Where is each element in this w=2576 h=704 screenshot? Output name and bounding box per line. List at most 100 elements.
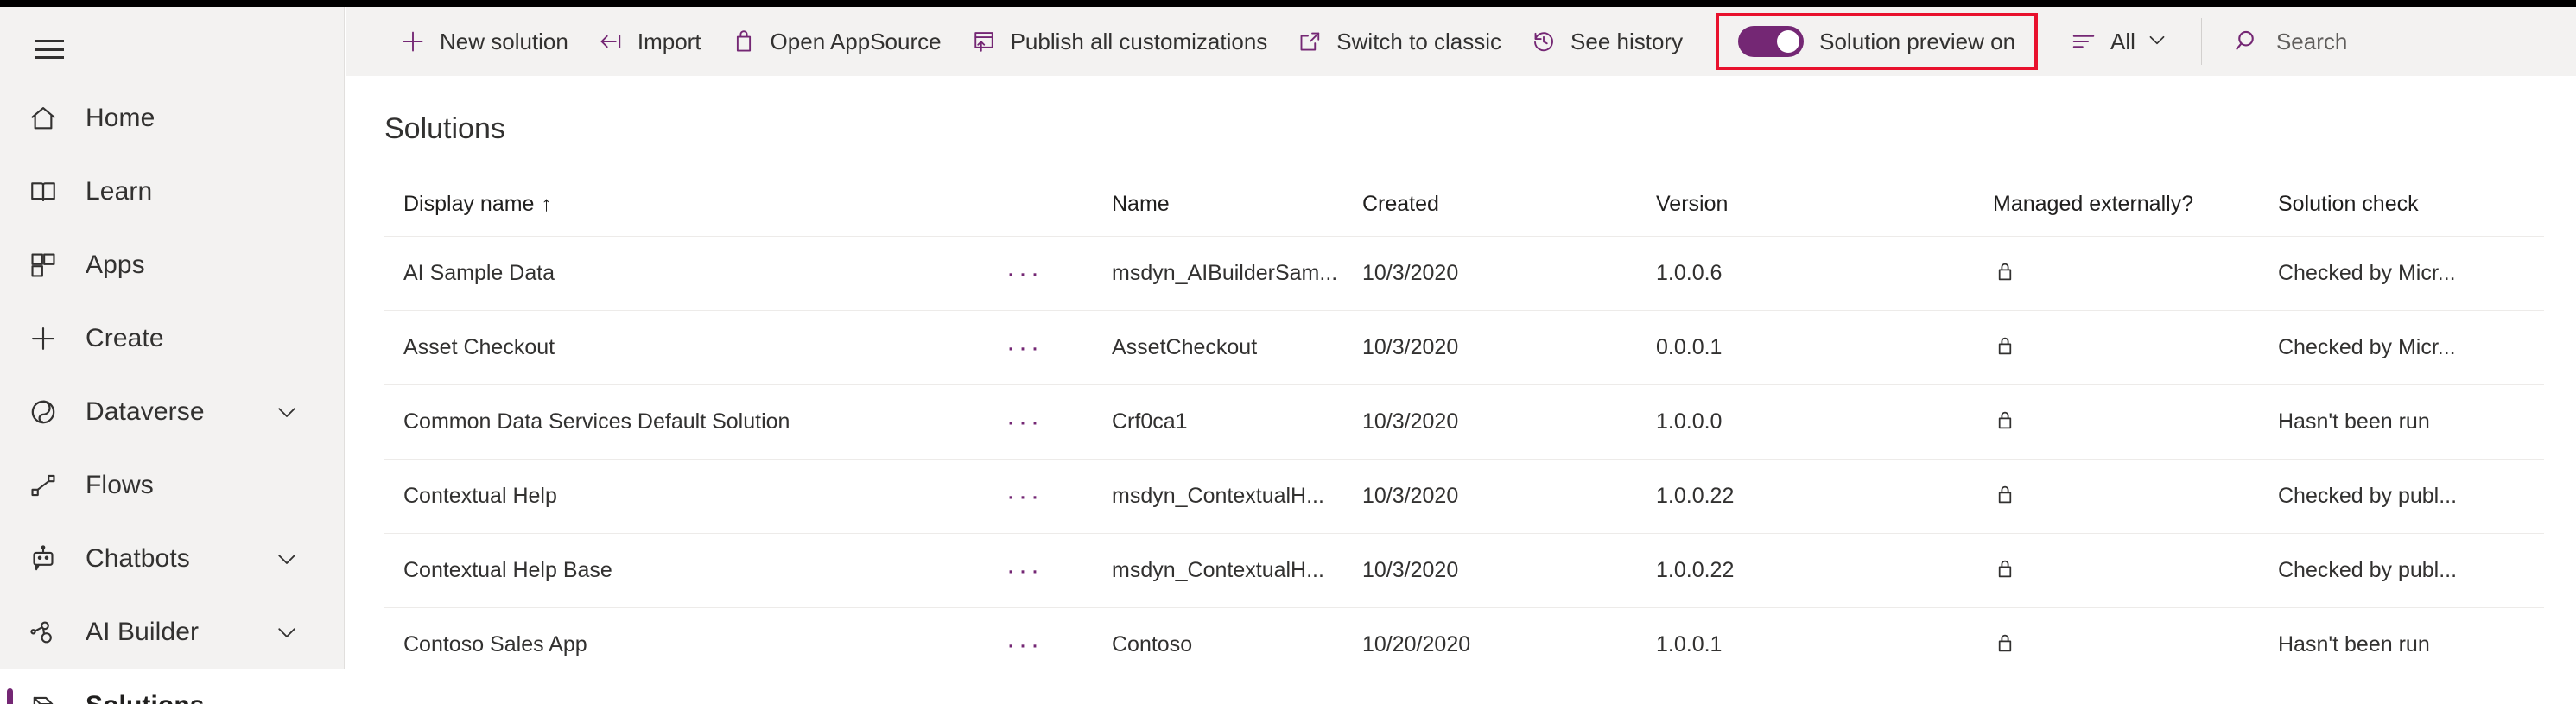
- sidebar-item-flows[interactable]: Flows: [0, 448, 345, 522]
- home-icon: [29, 99, 73, 137]
- selection-indicator: [7, 174, 13, 209]
- search-input[interactable]: Search: [2221, 15, 2359, 68]
- sidebar-item-label: Apps: [86, 250, 145, 279]
- filter-all-dropdown[interactable]: All: [2057, 15, 2180, 68]
- sidebar-item-learn[interactable]: Learn: [0, 155, 345, 228]
- plus-icon: [398, 27, 428, 56]
- cell-name: msdyn_ContextualH...: [1112, 485, 1324, 507]
- cell-created: 10/3/2020: [1362, 263, 1459, 284]
- column-header-name[interactable]: Name: [1112, 193, 1362, 215]
- ellipsis-icon[interactable]: ···: [1006, 409, 1043, 435]
- cell-version: 1.0.0.22: [1656, 485, 1735, 507]
- chevron-down-icon[interactable]: [274, 546, 300, 572]
- ellipsis-icon[interactable]: ···: [1006, 484, 1043, 510]
- dataverse-icon: [29, 393, 73, 431]
- cell-created: 10/3/2020: [1362, 337, 1459, 358]
- book-icon: [29, 173, 73, 211]
- command-bar: New solution Import Open AppSource Publish …: [346, 7, 2576, 76]
- sidebar-item-chatbots[interactable]: Chatbots: [0, 522, 345, 595]
- row-overflow-menu[interactable]: ···: [1006, 261, 1112, 287]
- column-header-display-name[interactable]: Display name ↑: [384, 193, 1006, 215]
- chevron-down-icon[interactable]: [274, 619, 300, 645]
- table-row[interactable]: Contextual Help Base ··· msdyn_ContextualH…: [384, 534, 2544, 608]
- table-row[interactable]: Common Data Services Default Solution ···…: [384, 385, 2544, 460]
- top-black-strip: [0, 0, 2576, 7]
- command-label: New solution: [440, 29, 568, 54]
- sidebar-item-label: Home: [86, 103, 155, 132]
- cell-managed-externally: [1993, 259, 2278, 288]
- sidebar-item-home[interactable]: Home: [0, 81, 345, 155]
- selection-indicator: [7, 321, 13, 356]
- table-row[interactable]: Asset Checkout ··· AssetCheckout 10/3/2020 0…: [384, 311, 2544, 385]
- plus-icon: [29, 320, 73, 358]
- table-row[interactable]: Contextual Help ··· msdyn_ContextualH... 10…: [384, 460, 2544, 534]
- ellipsis-icon[interactable]: ···: [1006, 335, 1043, 361]
- sidebar-item-solutions[interactable]: Solutions: [0, 669, 345, 704]
- chevron-down-icon[interactable]: [274, 399, 300, 425]
- sidebar-item-label: Create: [86, 323, 164, 352]
- sidebar-item-create[interactable]: Create: [0, 301, 345, 375]
- table-header-row: Display name ↑ Name Created Version Managed e…: [384, 173, 2544, 237]
- sidebar-item-label: Flows: [86, 470, 154, 499]
- column-header-label: Version: [1656, 193, 1729, 215]
- sidebar-item-ai-builder[interactable]: AI Builder: [0, 595, 345, 669]
- cell-version: 1.0.0.0: [1656, 411, 1723, 433]
- lock-icon: [1993, 556, 2278, 585]
- sidebar-item-dataverse[interactable]: Dataverse: [0, 375, 345, 448]
- row-overflow-menu[interactable]: ···: [1006, 335, 1112, 361]
- command-new-solution[interactable]: New solution: [384, 15, 582, 68]
- command-label: Open AppSource: [770, 29, 942, 54]
- sidebar-item-label: Chatbots: [86, 543, 190, 573]
- lock-icon: [1993, 631, 2278, 659]
- column-header-label: Name: [1112, 193, 1170, 215]
- solutions-table: Display name ↑ Name Created Version Managed e…: [384, 173, 2544, 682]
- column-header-version[interactable]: Version: [1656, 193, 1993, 215]
- command-label: See history: [1570, 29, 1684, 54]
- cell-solution-check: Checked by publ...: [2278, 485, 2458, 507]
- publish-upload-icon: [969, 27, 999, 56]
- cell-managed-externally: [1993, 482, 2278, 511]
- cell-display-name: Asset Checkout: [403, 337, 555, 358]
- sidebar-item-apps[interactable]: Apps: [0, 228, 345, 301]
- ellipsis-icon[interactable]: ···: [1006, 261, 1043, 287]
- command-import[interactable]: Import: [582, 15, 715, 68]
- filter-label: All: [2110, 29, 2135, 54]
- column-header-managed[interactable]: Managed externally?: [1993, 193, 2278, 215]
- cell-display-name: Contextual Help: [403, 485, 557, 507]
- column-header-check[interactable]: Solution check: [2278, 193, 2544, 215]
- column-header-created[interactable]: Created: [1362, 193, 1656, 215]
- command-publish-all-customizations[interactable]: Publish all customizations: [955, 15, 1282, 68]
- solution-preview-toggle[interactable]: Solution preview on: [1716, 13, 2039, 70]
- sidebar-item-label: AI Builder: [86, 617, 200, 646]
- sort-ascending-icon: ↑: [541, 193, 552, 215]
- ellipsis-icon[interactable]: ···: [1006, 558, 1043, 584]
- ellipsis-icon[interactable]: ···: [1006, 632, 1043, 658]
- command-open-appsource[interactable]: Open AppSource: [715, 15, 955, 68]
- toolbar-divider: [2200, 18, 2202, 65]
- cell-solution-check: Hasn't been run: [2278, 411, 2430, 433]
- command-see-history[interactable]: See history: [1515, 15, 1697, 68]
- toggle-knob: [1777, 30, 1800, 53]
- row-overflow-menu[interactable]: ···: [1006, 484, 1112, 510]
- cell-version: 1.0.0.6: [1656, 263, 1723, 284]
- hamburger-menu-icon[interactable]: [19, 22, 79, 76]
- row-overflow-menu[interactable]: ···: [1006, 558, 1112, 584]
- toggle-pill[interactable]: [1738, 26, 1805, 57]
- row-overflow-menu[interactable]: ···: [1006, 632, 1112, 658]
- table-row[interactable]: Contoso Sales App ··· Contoso 10/20/2020 1.0…: [384, 608, 2544, 682]
- ai-builder-icon: [29, 613, 73, 651]
- apps-grid-icon: [29, 246, 73, 284]
- flow-icon: [29, 466, 73, 504]
- sidebar-item-label: Dataverse: [86, 396, 205, 426]
- cell-created: 10/3/2020: [1362, 485, 1459, 507]
- row-overflow-menu[interactable]: ···: [1006, 409, 1112, 435]
- selection-indicator: [7, 615, 13, 650]
- cell-name: Contoso: [1112, 634, 1193, 656]
- cell-display-name: Common Data Services Default Solution: [403, 411, 790, 433]
- lock-icon: [1993, 259, 2278, 288]
- command-label: Publish all customizations: [1010, 29, 1268, 54]
- command-switch-to-classic[interactable]: Switch to classic: [1281, 15, 1515, 68]
- power-apps-maker-portal: Home Learn Apps Create Dataverse Flows Chatbot…: [0, 0, 2576, 704]
- main-region: New solution Import Open AppSource Publish …: [346, 7, 2576, 704]
- table-row[interactable]: AI Sample Data ··· msdyn_AIBuilderSam... 10…: [384, 237, 2544, 311]
